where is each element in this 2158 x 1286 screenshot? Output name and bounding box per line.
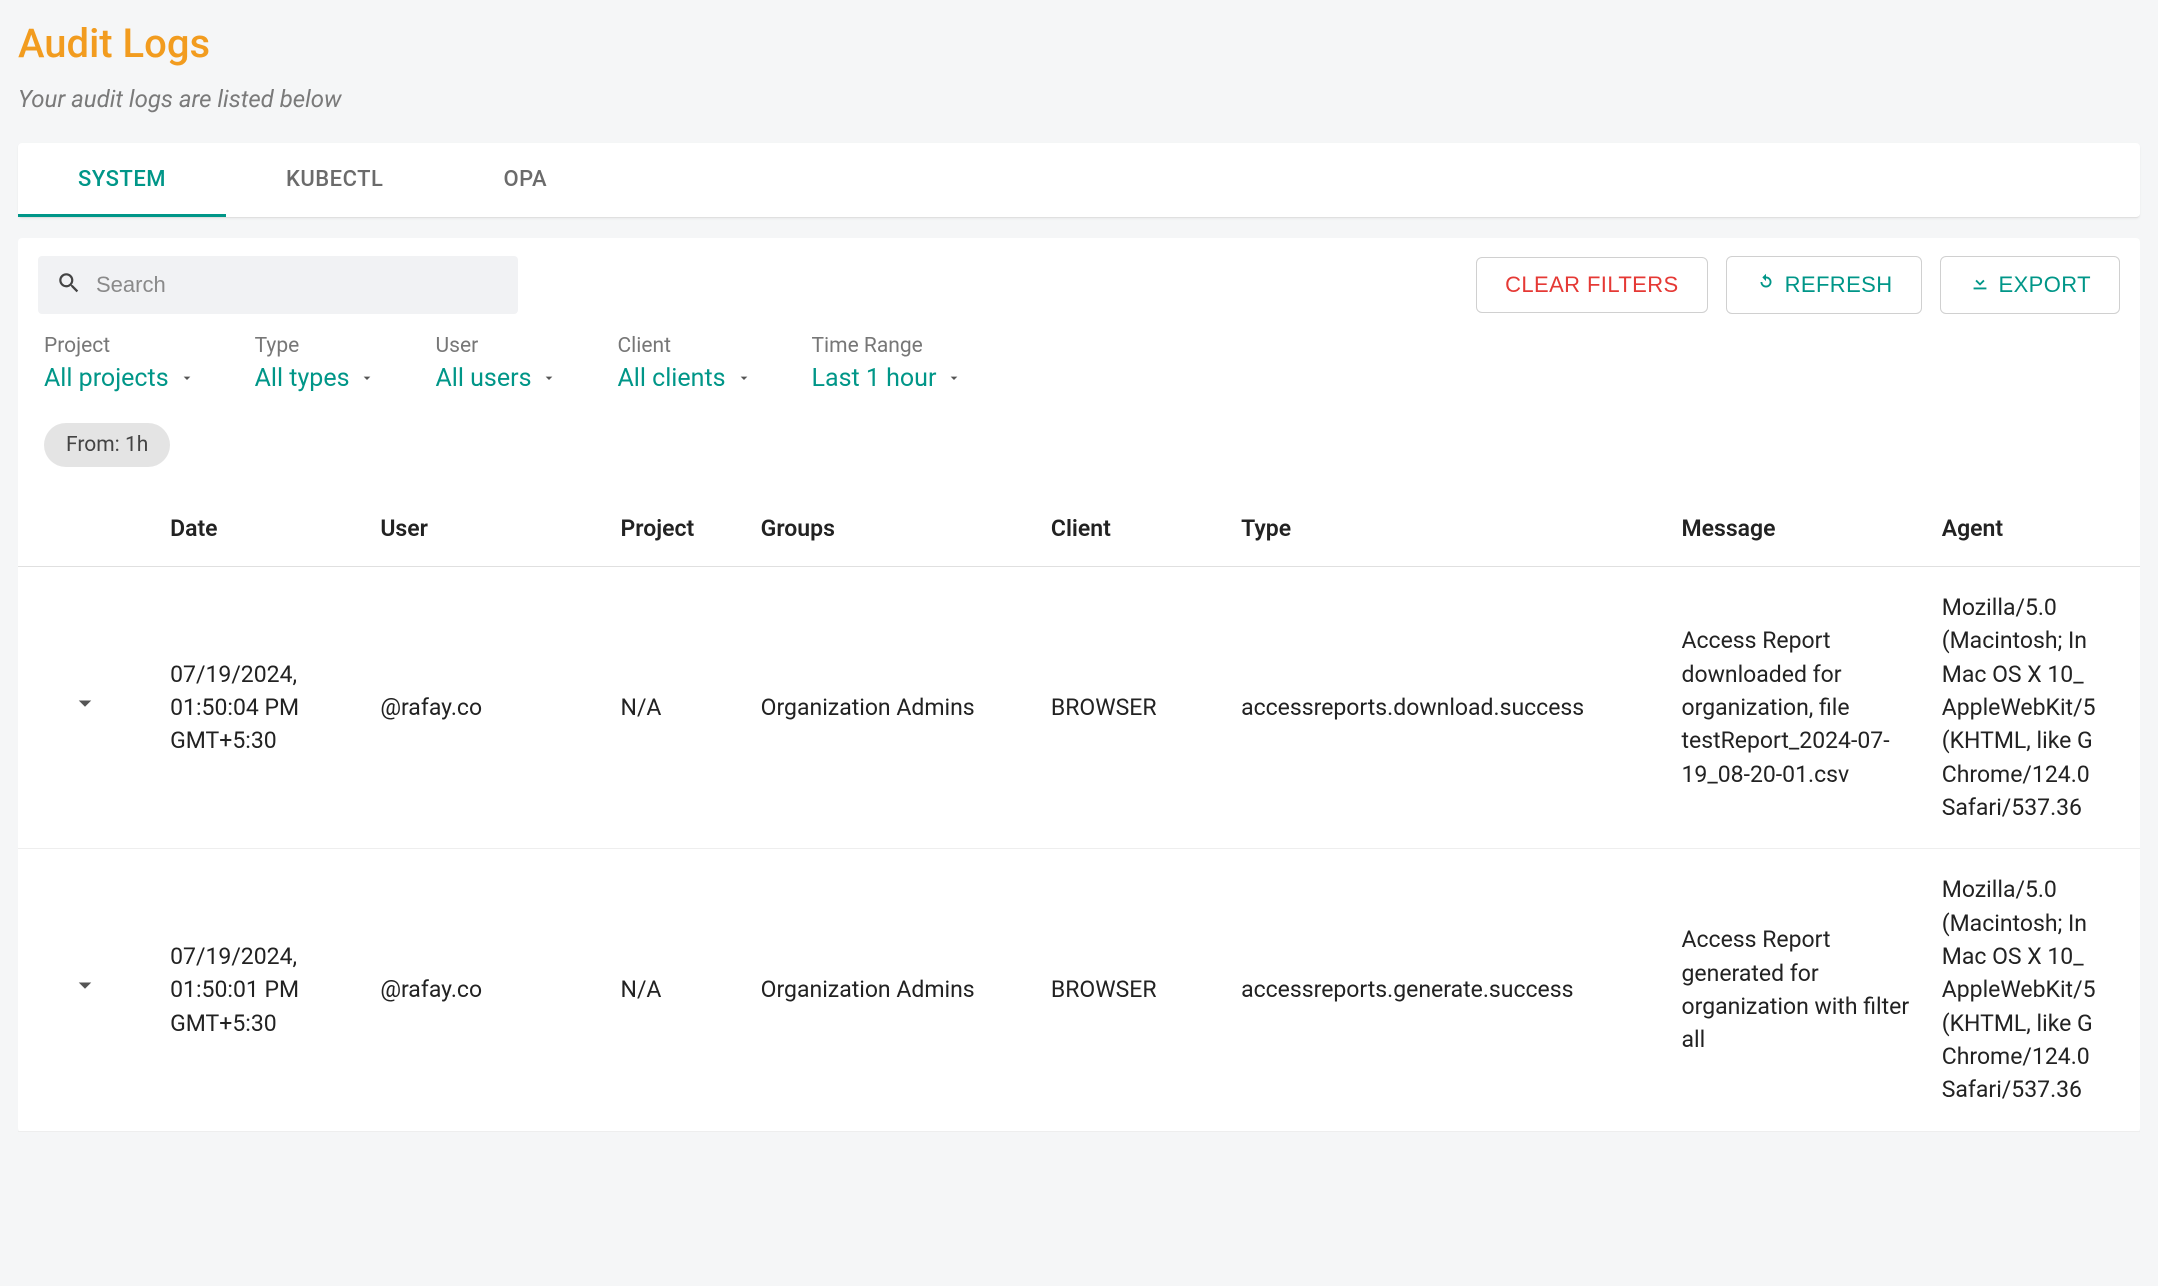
cell-type: accessreports.download.success xyxy=(1229,567,1669,849)
filter-client-value: All clients xyxy=(617,364,725,393)
filter-time: Time Range Last 1 hour xyxy=(812,334,963,393)
filter-client-select[interactable]: All clients xyxy=(617,364,751,393)
cell-type: accessreports.generate.success xyxy=(1229,849,1669,1131)
chevron-down-icon xyxy=(359,364,375,393)
filter-user-value: All users xyxy=(435,364,531,393)
table-header-row: Date User Project Groups Client Type Mes… xyxy=(18,491,2140,567)
page-title: Audit Logs xyxy=(18,20,2140,67)
table-row: 07/19/2024, 01:50:04 PM GMT+5:30 @rafay.… xyxy=(18,567,2140,849)
filter-project-select[interactable]: All projects xyxy=(44,364,195,393)
col-type: Type xyxy=(1229,491,1669,567)
search-input[interactable] xyxy=(96,272,500,298)
filter-project-value: All projects xyxy=(44,364,169,393)
cell-project: N/A xyxy=(609,567,749,849)
expand-row-button[interactable] xyxy=(70,688,100,727)
filter-user-label: User xyxy=(435,334,557,358)
filter-time-label: Time Range xyxy=(812,334,963,358)
cell-user: @rafay.co xyxy=(368,567,608,849)
filter-user: User All users xyxy=(435,334,557,393)
tab-system[interactable]: SYSTEM xyxy=(18,143,226,217)
search-icon xyxy=(56,270,96,300)
cell-date: 07/19/2024, 01:50:04 PM GMT+5:30 xyxy=(158,567,368,849)
chevron-down-icon xyxy=(736,364,752,393)
tabs-bar: SYSTEM KUBECTL OPA xyxy=(18,143,2140,218)
chevron-down-icon xyxy=(70,688,100,727)
col-user: User xyxy=(368,491,608,567)
clear-filters-button[interactable]: CLEAR FILTERS xyxy=(1476,257,1708,313)
cell-project: N/A xyxy=(609,849,749,1131)
cell-message: Access Report downloaded for organizatio… xyxy=(1670,567,1930,849)
content-card: CLEAR FILTERS REFRESH EXPORT Project All… xyxy=(18,238,2140,1132)
filter-type-label: Type xyxy=(255,334,376,358)
cell-groups: Organization Admins xyxy=(749,567,1039,849)
col-client: Client xyxy=(1039,491,1229,567)
chevron-down-icon xyxy=(946,364,962,393)
log-table: Date User Project Groups Client Type Mes… xyxy=(18,491,2140,1132)
filter-type-select[interactable]: All types xyxy=(255,364,376,393)
search-box[interactable] xyxy=(38,256,518,314)
tab-opa[interactable]: OPA xyxy=(443,143,607,217)
filter-project-label: Project xyxy=(44,334,195,358)
col-agent: Agent xyxy=(1930,491,2140,567)
filter-user-select[interactable]: All users xyxy=(435,364,557,393)
download-icon xyxy=(1969,271,1991,299)
cell-user: @rafay.co xyxy=(368,849,608,1131)
col-groups: Groups xyxy=(749,491,1039,567)
col-date: Date xyxy=(158,491,368,567)
cell-agent: Mozilla/5.0 (Macintosh; In Mac OS X 10_ … xyxy=(1930,567,2140,849)
tab-kubectl[interactable]: KUBECTL xyxy=(226,143,443,217)
filter-type: Type All types xyxy=(255,334,376,393)
chip-row: From: 1h xyxy=(18,417,2140,491)
refresh-button[interactable]: REFRESH xyxy=(1726,256,1922,314)
filter-client-label: Client xyxy=(617,334,751,358)
chevron-down-icon xyxy=(541,364,557,393)
cell-client: BROWSER xyxy=(1039,849,1229,1131)
toolbar: CLEAR FILTERS REFRESH EXPORT xyxy=(18,256,2140,314)
filter-time-value: Last 1 hour xyxy=(812,364,937,393)
filter-type-value: All types xyxy=(255,364,350,393)
filter-time-select[interactable]: Last 1 hour xyxy=(812,364,963,393)
cell-client: BROWSER xyxy=(1039,567,1229,849)
page-subtitle: Your audit logs are listed below xyxy=(18,85,2140,113)
cell-date: 07/19/2024, 01:50:01 PM GMT+5:30 xyxy=(158,849,368,1131)
chevron-down-icon xyxy=(70,970,100,1009)
expand-row-button[interactable] xyxy=(70,970,100,1009)
export-button[interactable]: EXPORT xyxy=(1940,256,2120,314)
filters-row: Project All projects Type All types User… xyxy=(18,314,2140,417)
refresh-icon xyxy=(1755,271,1777,299)
time-chip[interactable]: From: 1h xyxy=(44,423,170,467)
cell-groups: Organization Admins xyxy=(749,849,1039,1131)
filter-client: Client All clients xyxy=(617,334,751,393)
chevron-down-icon xyxy=(179,364,195,393)
filter-project: Project All projects xyxy=(44,334,195,393)
export-label: EXPORT xyxy=(1999,272,2091,298)
col-project: Project xyxy=(609,491,749,567)
cell-agent: Mozilla/5.0 (Macintosh; In Mac OS X 10_ … xyxy=(1930,849,2140,1131)
cell-message: Access Report generated for organization… xyxy=(1670,849,1930,1131)
refresh-label: REFRESH xyxy=(1785,272,1893,298)
table-row: 07/19/2024, 01:50:01 PM GMT+5:30 @rafay.… xyxy=(18,849,2140,1131)
col-message: Message xyxy=(1670,491,1930,567)
